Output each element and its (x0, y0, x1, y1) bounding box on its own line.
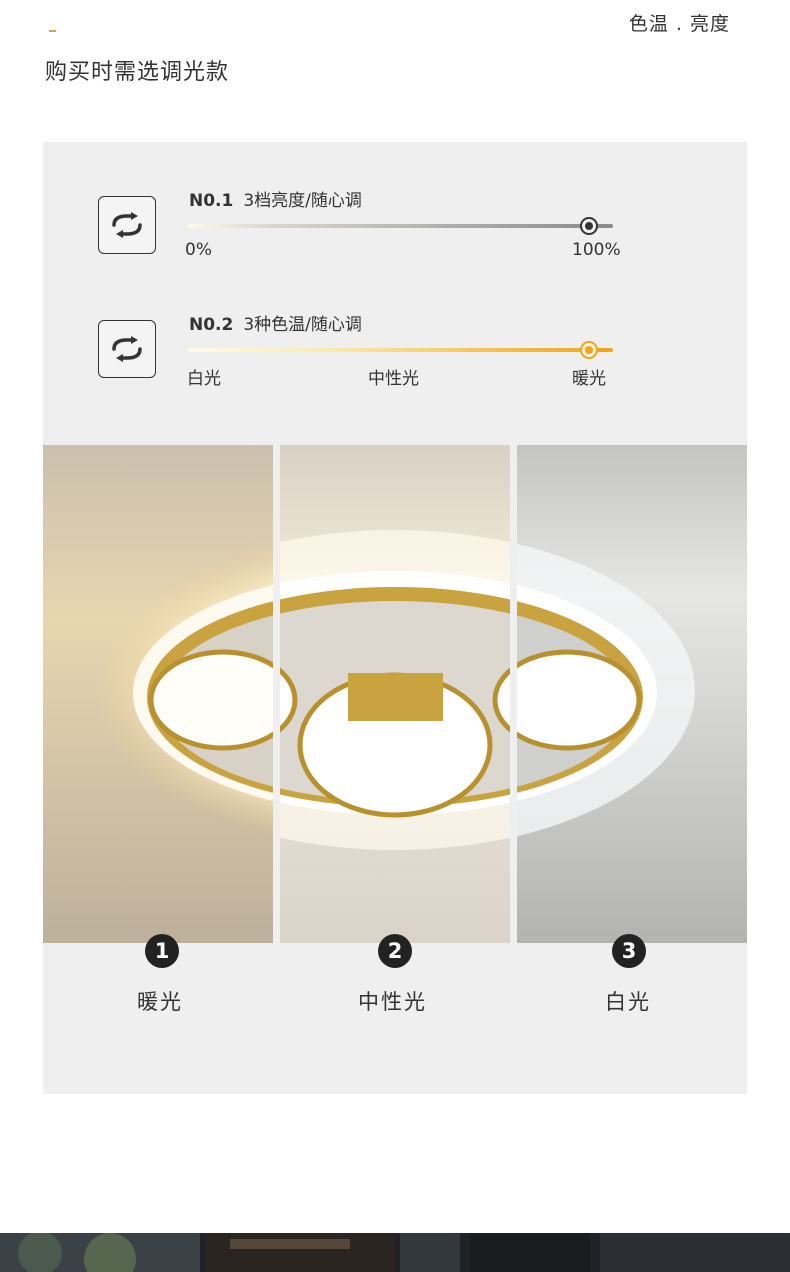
ceiling-lamp-photo (43, 445, 747, 943)
swap-arrows-icon[interactable] (98, 320, 156, 378)
brightness-number: N0.1 (189, 191, 234, 211)
product-comparison-image (43, 445, 747, 943)
color-temp-slider-handle[interactable] (580, 341, 598, 359)
brightness-tick-min: 0% (185, 240, 212, 260)
dimming-panel: N0.1 3档亮度/随心调 0% 100% N0.2 3种色温/随心调 白光 中性光… (43, 142, 747, 1094)
panel-caption-warm: 暖光 (137, 990, 183, 1014)
color-temp-slider-track[interactable] (188, 348, 613, 352)
color-temp-heading: N0.2 3种色温/随心调 (189, 310, 362, 335)
page-title: 购买时需选调光款 (45, 60, 230, 85)
brightness-slider-track[interactable] (188, 224, 613, 228)
brightness-desc: 3档亮度/随心调 (243, 191, 362, 211)
accent-dash (49, 30, 56, 32)
brightness-slider-handle[interactable] (580, 217, 598, 235)
brightness-heading: N0.1 3档亮度/随心调 (189, 186, 362, 211)
swap-arrows-icon[interactable] (98, 196, 156, 254)
panel-caption-neutral: 中性光 (358, 990, 427, 1014)
color-temp-tick-white: 白光 (187, 369, 221, 389)
brightness-tick-max: 100% (572, 240, 621, 260)
color-temp-desc: 3种色温/随心调 (243, 315, 362, 335)
panel-caption-white: 白光 (605, 990, 651, 1014)
color-temp-tick-neutral: 中性光 (368, 369, 419, 389)
color-temp-tick-warm: 暖光 (572, 369, 606, 389)
color-temp-number: N0.2 (189, 315, 234, 335)
section-heading-right: 色温 . 亮度 (628, 13, 730, 35)
panel-number-badge: 3 (612, 934, 646, 968)
room-photo-strip (0, 1233, 790, 1272)
panel-number-badge: 1 (145, 934, 179, 968)
panel-number-badge: 2 (378, 934, 412, 968)
